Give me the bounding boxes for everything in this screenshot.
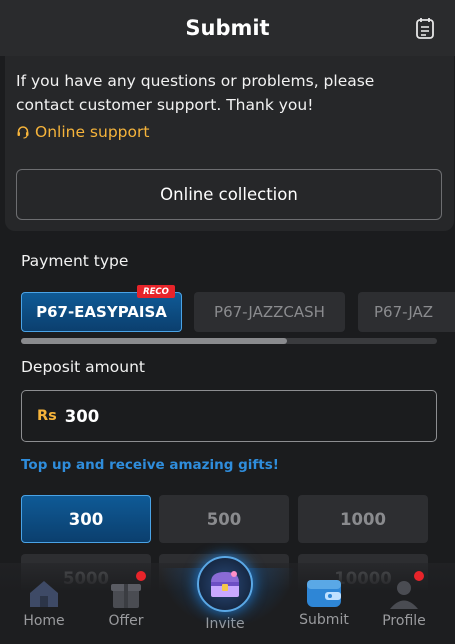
clipboard-list-icon[interactable] [415, 17, 435, 39]
user-icon [390, 581, 418, 609]
invite-button[interactable] [197, 556, 253, 612]
page-title: Submit [185, 16, 270, 40]
recommend-badge: RECO [137, 285, 175, 298]
currency-symbol: Rs [37, 408, 57, 424]
support-notice-text: If you have any questions or problems, p… [16, 72, 375, 114]
deposit-amount-label: Deposit amount [21, 358, 145, 376]
offer-notification-dot [136, 571, 146, 581]
tab-offer-label: Offer [108, 613, 144, 629]
wallet-icon [307, 580, 341, 607]
amount-option-1000[interactable]: 1000 [298, 495, 428, 543]
amount-option-300[interactable]: 300 [21, 495, 151, 543]
payment-tab-easypaisa[interactable]: P67-EASYPAISA [21, 292, 182, 332]
gift-promo-text: Top up and receive amazing gifts! [21, 457, 279, 473]
deposit-amount-value: 300 [64, 406, 100, 426]
payment-tabs-scrollbar-thumb[interactable] [21, 338, 287, 344]
tab-submit-label: Submit [299, 612, 349, 628]
tab-profile-label: Profile [382, 613, 426, 629]
gift-box-icon [111, 584, 141, 608]
tab-offer[interactable]: Offer [86, 563, 166, 644]
amount-option-500[interactable]: 500 [159, 495, 289, 543]
payment-tab-jazzcash[interactable]: P67-JAZZCASH [194, 292, 345, 332]
online-support-label: Online support [35, 123, 150, 141]
treasure-chest-icon [211, 571, 239, 597]
home-icon [30, 581, 58, 607]
deposit-amount-input[interactable]: Rs 300 [21, 390, 437, 442]
header: Submit [0, 0, 455, 56]
profile-notification-dot [414, 571, 424, 581]
tab-profile[interactable]: Profile [364, 563, 444, 644]
payment-type-label: Payment type [21, 252, 129, 270]
tab-home[interactable]: Home [4, 563, 84, 644]
notice-card: If you have any questions or problems, p… [5, 56, 454, 231]
online-support-link[interactable]: Online support [16, 123, 149, 141]
payment-tab-jazz[interactable]: P67-JAZ [358, 292, 455, 332]
tab-home-label: Home [23, 613, 65, 629]
online-collection-button[interactable]: Online collection [16, 169, 442, 220]
headset-icon [17, 126, 29, 139]
tab-submit[interactable]: Submit [284, 563, 364, 644]
